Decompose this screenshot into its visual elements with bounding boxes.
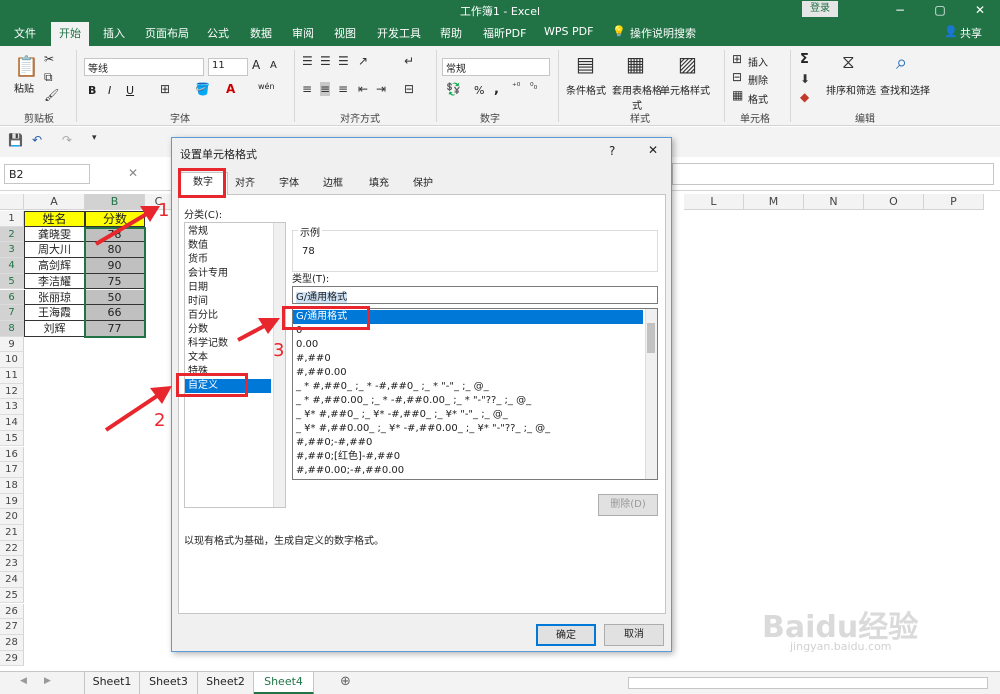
arrow-2-line <box>104 392 162 432</box>
watermark-url: jingyan.baidu.com <box>790 640 892 653</box>
annotation-arrows <box>94 206 280 432</box>
arrow-1-line <box>94 210 152 246</box>
annotation-3: 3 <box>273 340 285 361</box>
annotation-1: 1 <box>158 200 170 221</box>
annotation-2: 2 <box>154 410 166 431</box>
arrow-2-head <box>150 386 172 404</box>
